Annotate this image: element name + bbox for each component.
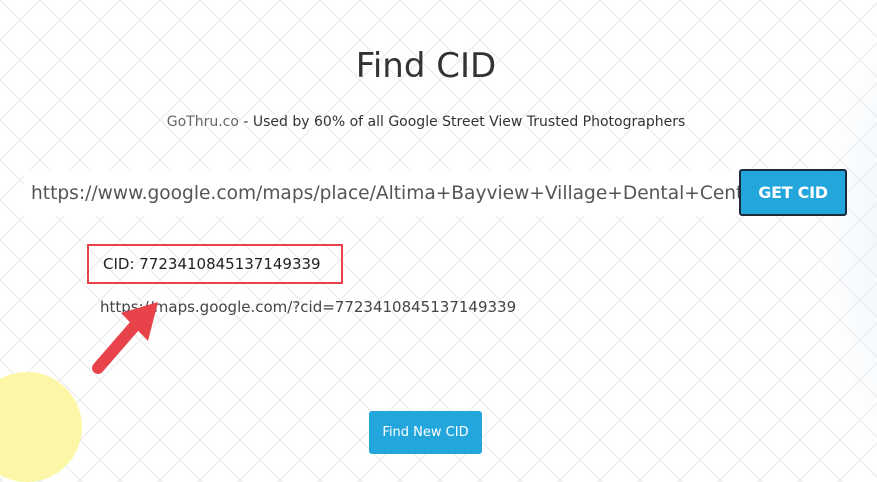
tagline: GoThru.co - Used by 60% of all Google St…: [0, 114, 852, 130]
cid-result: CID: 7723410845137149339: [103, 255, 321, 273]
find-new-cid-button[interactable]: Find New CID: [369, 411, 482, 454]
cid-highlight-box: CID: 7723410845137149339: [87, 244, 343, 284]
page-title: Find CID: [355, 46, 497, 86]
tagline-text: - Used by 60% of all Google Street View …: [238, 114, 686, 130]
red-arrow-icon: [92, 302, 158, 374]
get-cid-button[interactable]: GET CID: [739, 169, 847, 216]
brand-name: GoThru.co: [166, 114, 239, 130]
url-input[interactable]: [24, 171, 740, 216]
background-blob-yellow: [0, 372, 82, 482]
